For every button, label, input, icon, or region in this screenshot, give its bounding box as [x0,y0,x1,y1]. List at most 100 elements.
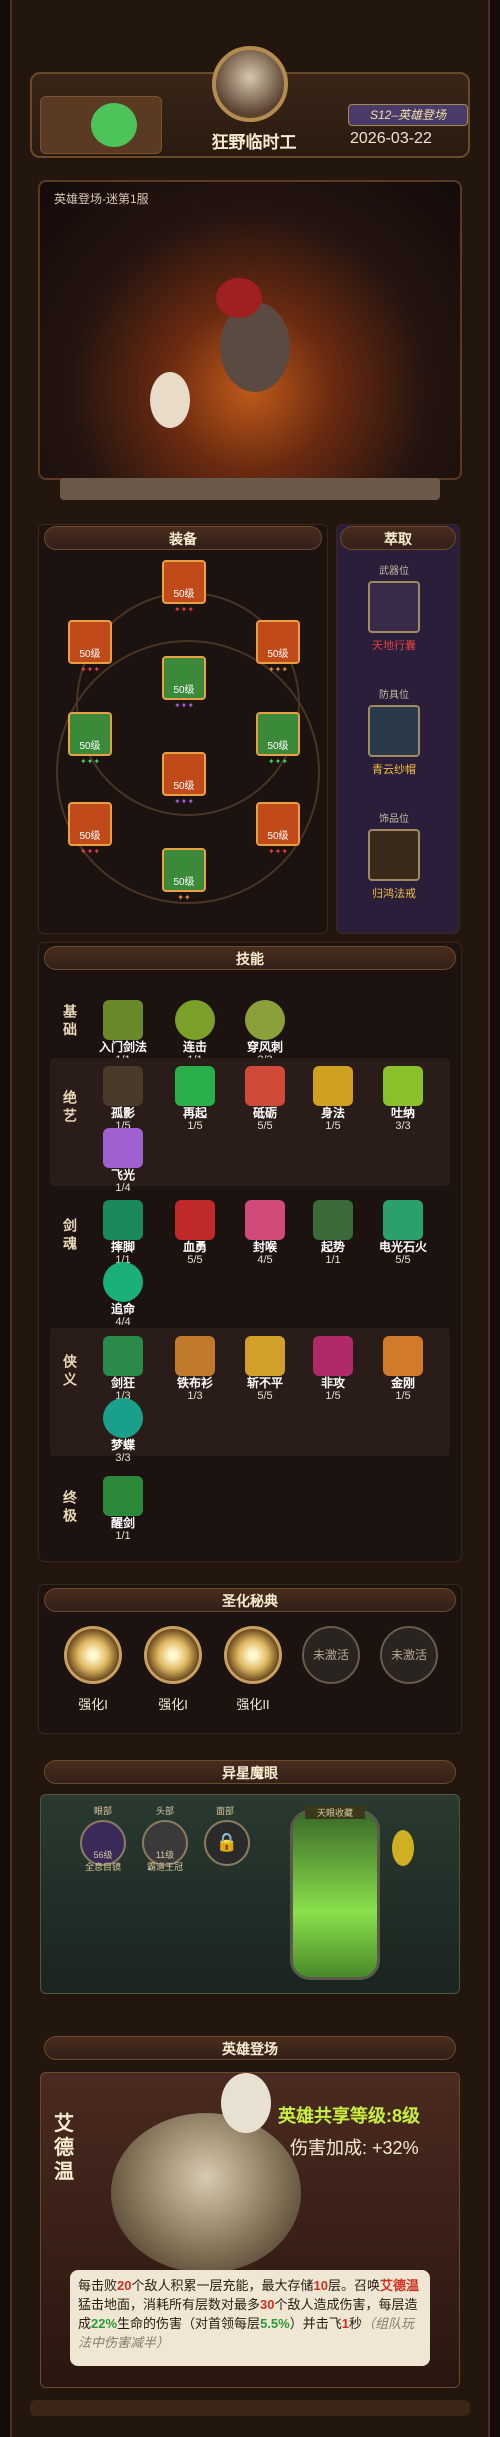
skill-item[interactable]: 入门剑法1/1 [96,1000,150,1066]
hero-hat-icon [221,2073,271,2133]
companion-icon [150,372,190,428]
equip-slot-10[interactable]: 50级 ✦✦ [162,848,206,908]
skill-item[interactable]: 孤影 1/5 [96,1066,150,1132]
extract-item-3[interactable]: 饰品位 归鸿法戒 [344,810,444,901]
kick-icon [103,1200,143,1240]
butterfly-icon [103,1398,143,1438]
extract-slot-label: 饰品位 [379,814,409,825]
equip-slot-8[interactable]: 50级 ✦✦✦ [68,802,112,862]
hero-damage-bonus: 伤害加成: +32% [290,2138,419,2158]
pacifist-icon [313,1336,353,1376]
codex-label: 强化I [78,1697,108,1712]
skill-row-label: 终极 [62,1490,78,1526]
equip-slot-9[interactable]: 50级 ✦✦✦ [256,802,300,862]
lock-icon[interactable]: 🔒 [204,1820,250,1866]
bottom-border [30,2400,470,2416]
date-label: 2026-03-22 [350,130,432,147]
skill-item[interactable]: 电光石火 5/5 [376,1200,430,1266]
skill-item[interactable]: 血勇 5/5 [168,1200,222,1266]
hat-icon [368,705,420,757]
skill-item[interactable]: 连击1/1 [168,1000,222,1066]
bag-icon [368,581,420,633]
skill-item[interactable]: 起势 1/1 [306,1200,360,1266]
lightning-icon [383,1200,423,1240]
skill-item[interactable]: 梦蝶 3/3 [96,1398,150,1464]
codex-orb-1[interactable] [64,1626,122,1684]
skill-row-label: 剑魂 [62,1218,78,1254]
skill-item[interactable]: 剑狂 1/3 [96,1336,150,1402]
lantern-icon [392,1830,414,1866]
flying-light-icon [103,1128,143,1168]
stage-platform [60,478,440,500]
extract-item-name: 天地行囊 [372,640,416,652]
hero-title: 英雄登场 [44,2036,456,2060]
skill-item[interactable]: 穿风刺3/3 [238,1000,292,1066]
extract-item-1[interactable]: 武器位 天地行囊 [344,562,444,653]
skill-item[interactable]: 醒剑 1/1 [96,1476,150,1542]
wind-icon [245,1000,285,1040]
equip-slot-4[interactable]: 50级 ✦✦✦ [162,656,206,716]
throat-icon [245,1200,285,1240]
eye-slot-tag: 眼部 [93,1806,112,1816]
skill-item[interactable]: 砥砺 5/5 [238,1066,292,1132]
equipment-title: 装备 [44,526,322,550]
pet-card[interactable] [40,96,162,154]
sword-icon [103,1000,143,1040]
sword-madness-icon [103,1336,143,1376]
hero-description: 每击败20个敌人积累一层充能，最大存储10层。召唤艾德温猛击地面，消耗所有层数对… [70,2270,430,2366]
agility-icon [313,1066,353,1106]
skill-item[interactable]: 非攻 1/5 [306,1336,360,1402]
stage-label: 英雄登场-迷第1服 [54,192,149,206]
iron-shirt-icon [175,1336,215,1376]
skill-item[interactable]: 摔脚 1/1 [96,1200,150,1266]
skill-item[interactable]: 追命 4/4 [96,1262,150,1328]
blood-icon [175,1200,215,1240]
stance-icon [313,1200,353,1240]
hero-plume-icon [216,278,262,318]
equip-slot-1[interactable]: 50级 ✦✦✦ [162,560,206,620]
codex-orb-2[interactable] [144,1626,202,1684]
skills-title: 技能 [44,946,456,970]
extract-slot-label: 武器位 [379,566,409,577]
eye-slot-caption: 霸道王冠 [146,1862,183,1872]
skill-row-label: 基础 [62,1004,78,1040]
codex-orb-3[interactable] [224,1626,282,1684]
shadow-icon [103,1066,143,1106]
equip-slot-2[interactable]: 50级 ✦✦✦ [68,620,112,680]
extract-item-2[interactable]: 防具位 青云纱帽 [344,686,444,777]
frog-icon [91,103,137,147]
skill-item[interactable]: 金刚 1/5 [376,1336,430,1402]
season-badge: S12–英雄登场 [348,104,468,126]
equip-slot-3[interactable]: 50级 ✦✦✦ [256,620,300,680]
demon-eye-title: 异星魔眼 [44,1760,456,1784]
skill-item[interactable]: 铁布衫 1/3 [168,1336,222,1402]
equip-slot-6[interactable]: 50级 ✦✦✦ [256,712,300,772]
player-name: 狂野临时工 [211,133,297,152]
skill-item[interactable]: 斩不平 5/5 [238,1336,292,1402]
whetstone-icon [245,1066,285,1106]
skill-item[interactable]: 吐纳 3/3 [376,1066,430,1132]
codex-label: 强化II [236,1697,270,1712]
skill-item[interactable]: 飞光 1/4 [96,1128,150,1194]
codex-title: 圣化秘典 [44,1588,456,1612]
codex-orb-4[interactable]: 未激活 [302,1626,360,1684]
eye-slot-tag: 面部 [215,1806,234,1816]
skill-row-label: 绝艺 [62,1090,78,1126]
skill-item[interactable]: 封喉 4/5 [238,1200,292,1266]
breath-icon [383,1066,423,1106]
skill-item[interactable]: 再起 1/5 [168,1066,222,1132]
equip-slot-5[interactable]: 50级 ✦✦✦ [68,712,112,772]
slash-icon [175,1000,215,1040]
skill-item[interactable]: 身法 1/5 [306,1066,360,1132]
hero-portrait-icon [111,2113,301,2273]
extract-title: 萃取 [340,526,456,550]
equip-slot-7[interactable]: 50级 ✦✦✦ [162,752,206,812]
player-avatar[interactable] [212,46,288,122]
hero-shared-level: 英雄共享等级:8级 [278,2106,421,2126]
specimen-tank[interactable] [290,1810,380,1980]
eye-slot-caption: 全息目镜 [84,1862,121,1872]
awaken-sword-icon [103,1476,143,1516]
tank-label: 天眼收藏 [305,1806,365,1819]
chase-icon [103,1262,143,1302]
codex-orb-5[interactable]: 未激活 [380,1626,438,1684]
